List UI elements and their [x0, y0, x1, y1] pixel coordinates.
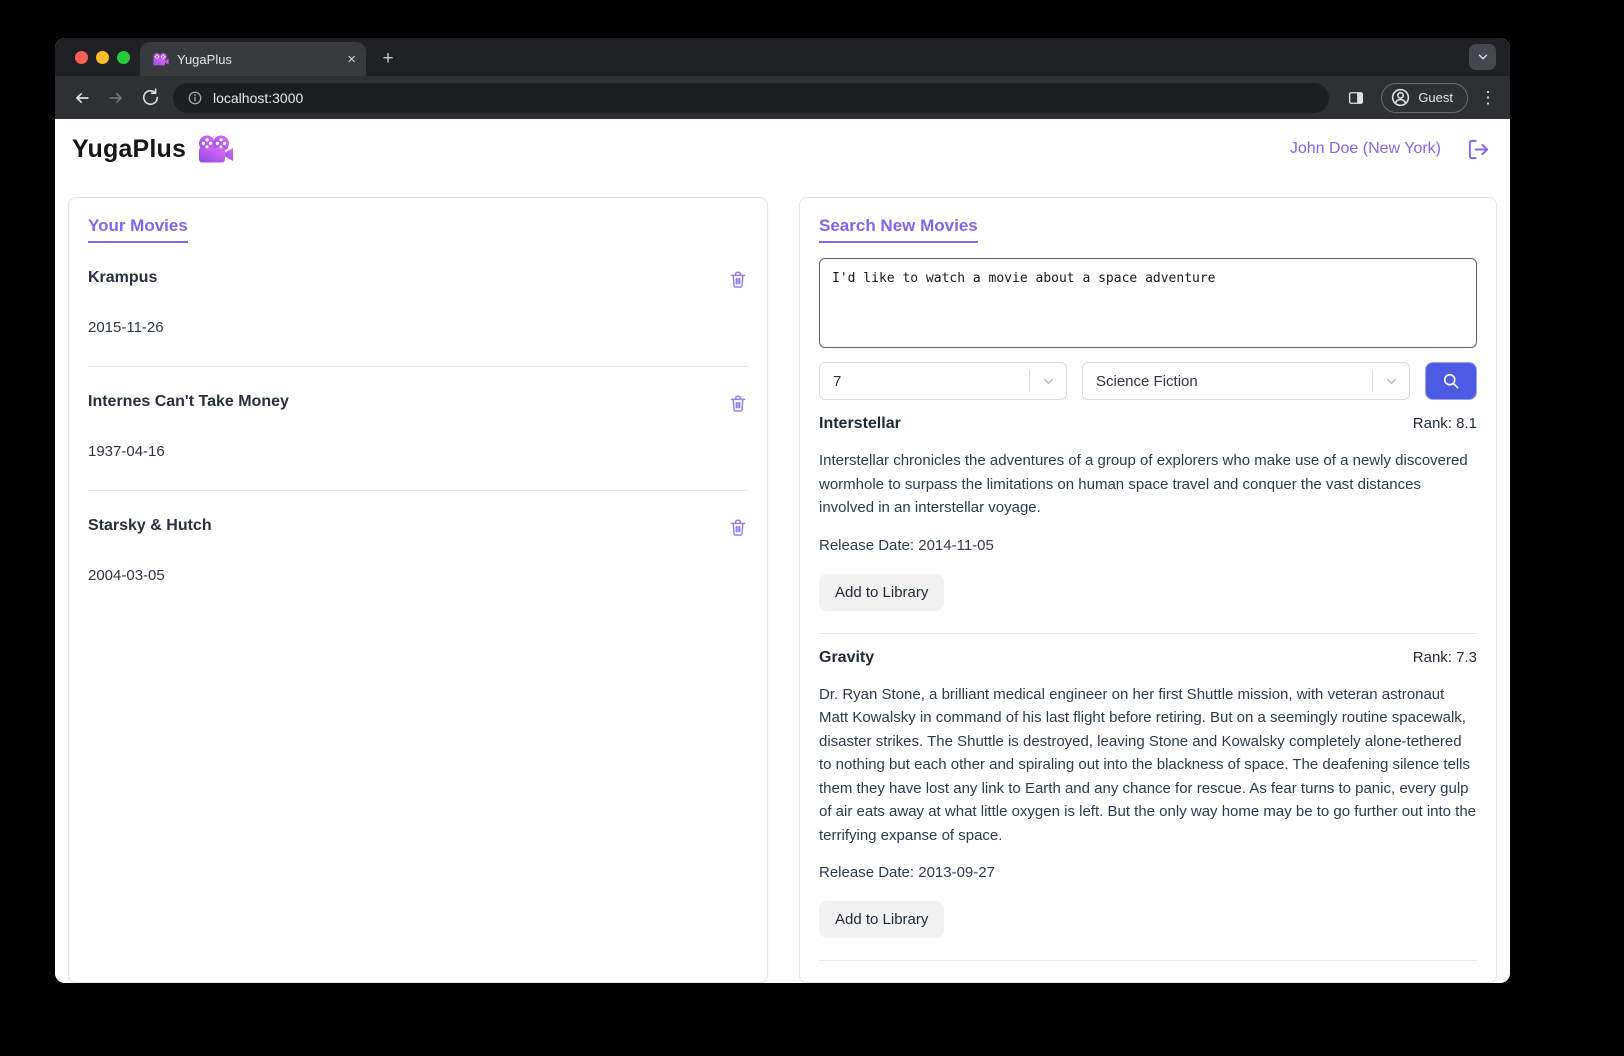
- search-results: Interstellar Rank: 8.1 Interstellar chro…: [819, 400, 1477, 961]
- result-rank: Rank: 7.3: [1413, 649, 1477, 666]
- result-movie-title: Gravity: [819, 649, 874, 667]
- new-tab-button[interactable]: +: [374, 45, 402, 73]
- result-movie-title: Interstellar: [819, 415, 901, 433]
- search-query-input[interactable]: I'd like to watch a movie about a space …: [819, 258, 1477, 348]
- reload-button[interactable]: [133, 81, 167, 115]
- tab-strip: YugaPlus × +: [55, 38, 1510, 76]
- genre-value: Science Fiction: [1096, 373, 1372, 390]
- forward-arrow-icon: [106, 88, 126, 108]
- list-item: Starsky & Hutch 2004-03-05: [88, 491, 748, 614]
- reload-icon: [141, 88, 160, 107]
- site-info-icon[interactable]: [187, 90, 203, 106]
- profile-name: Guest: [1418, 90, 1453, 105]
- search-button[interactable]: [1425, 362, 1477, 400]
- tab-search-button[interactable]: [1469, 44, 1496, 70]
- result-description: Dr. Ryan Stone, a brilliant medical engi…: [819, 683, 1477, 848]
- trash-icon: [728, 517, 748, 538]
- tab-title: YugaPlus: [177, 52, 339, 67]
- brand-name: YugaPlus: [72, 135, 186, 164]
- movie-camera-logo-icon: [196, 134, 234, 165]
- movie-release-date: 2004-03-05: [88, 567, 748, 584]
- search-result-item: Interstellar Rank: 8.1 Interstellar chro…: [819, 400, 1477, 634]
- side-panel-button[interactable]: [1339, 81, 1373, 115]
- movie-list: Krampus 2015-11-26 Internes Can't Take M…: [88, 243, 748, 614]
- search-panel: Search New Movies I'd like to watch a mo…: [799, 197, 1497, 983]
- logout-icon: [1467, 138, 1490, 161]
- search-title: Search New Movies: [819, 216, 978, 243]
- page: YugaPlus John Doe (New York) Your Movies…: [55, 119, 1510, 983]
- movie-title: Starsky & Hutch: [88, 517, 212, 535]
- brand: YugaPlus: [72, 134, 234, 165]
- chevron-down-icon[interactable]: [1030, 374, 1066, 389]
- result-release-date: Release Date: 2014-11-05: [819, 537, 1477, 554]
- window-controls: [75, 51, 130, 64]
- close-tab-icon[interactable]: ×: [347, 52, 356, 67]
- result-count-select[interactable]: 7: [819, 362, 1067, 400]
- movie-title: Internes Can't Take Money: [88, 393, 289, 411]
- browser-tab-yugaplus[interactable]: YugaPlus ×: [140, 42, 366, 76]
- search-result-item: Gravity Rank: 7.3 Dr. Ryan Stone, a bril…: [819, 634, 1477, 962]
- result-description: Interstellar chronicles the adventures o…: [819, 449, 1477, 520]
- chevron-down-icon[interactable]: [1373, 374, 1409, 389]
- user-avatar-icon: [1390, 87, 1411, 108]
- movie-release-date: 1937-04-16: [88, 443, 748, 460]
- add-to-library-button[interactable]: Add to Library: [819, 901, 944, 938]
- url-text: localhost:3000: [213, 90, 303, 106]
- your-movies-title: Your Movies: [88, 216, 188, 243]
- list-item: Krampus 2015-11-26: [88, 243, 748, 367]
- user-area: John Doe (New York): [1290, 138, 1490, 161]
- delete-movie-button[interactable]: [728, 517, 748, 538]
- app-header: YugaPlus John Doe (New York): [55, 119, 1510, 179]
- movie-title: Krampus: [88, 269, 157, 287]
- search-controls: 7 Science Fiction: [819, 362, 1477, 400]
- genre-select[interactable]: Science Fiction: [1082, 362, 1410, 400]
- traffic-light-zoom[interactable]: [117, 51, 130, 64]
- back-arrow-icon: [72, 88, 92, 108]
- favicon-movie-camera-icon: [152, 52, 169, 67]
- your-movies-panel: Your Movies Krampus 2015-11-26 Internes …: [68, 197, 768, 983]
- logout-button[interactable]: [1467, 138, 1490, 161]
- profile-button[interactable]: Guest: [1381, 83, 1468, 113]
- browser-window: YugaPlus × + localhost:3000 Guest ⋮: [55, 38, 1510, 983]
- result-count-value: 7: [833, 373, 1029, 390]
- content: Your Movies Krampus 2015-11-26 Internes …: [55, 179, 1510, 983]
- trash-icon: [728, 393, 748, 414]
- forward-button[interactable]: [99, 81, 133, 115]
- user-name: John Doe (New York): [1290, 140, 1441, 158]
- trash-icon: [728, 269, 748, 290]
- result-rank: Rank: 8.1: [1413, 415, 1477, 432]
- delete-movie-button[interactable]: [728, 393, 748, 414]
- movie-release-date: 2015-11-26: [88, 319, 748, 336]
- browser-menu-button[interactable]: ⋮: [1476, 88, 1500, 108]
- result-release-date: Release Date: 2013-09-27: [819, 864, 1477, 881]
- add-to-library-button[interactable]: Add to Library: [819, 574, 944, 611]
- search-icon: [1441, 371, 1461, 391]
- browser-toolbar: localhost:3000 Guest ⋮: [55, 76, 1510, 119]
- traffic-light-minimize[interactable]: [96, 51, 109, 64]
- list-item: Internes Can't Take Money 1937-04-16: [88, 367, 748, 491]
- traffic-light-close[interactable]: [75, 51, 88, 64]
- back-button[interactable]: [65, 81, 99, 115]
- chevron-down-icon: [1476, 50, 1490, 64]
- delete-movie-button[interactable]: [728, 269, 748, 290]
- side-panel-icon: [1347, 89, 1365, 107]
- address-bar[interactable]: localhost:3000: [173, 83, 1329, 113]
